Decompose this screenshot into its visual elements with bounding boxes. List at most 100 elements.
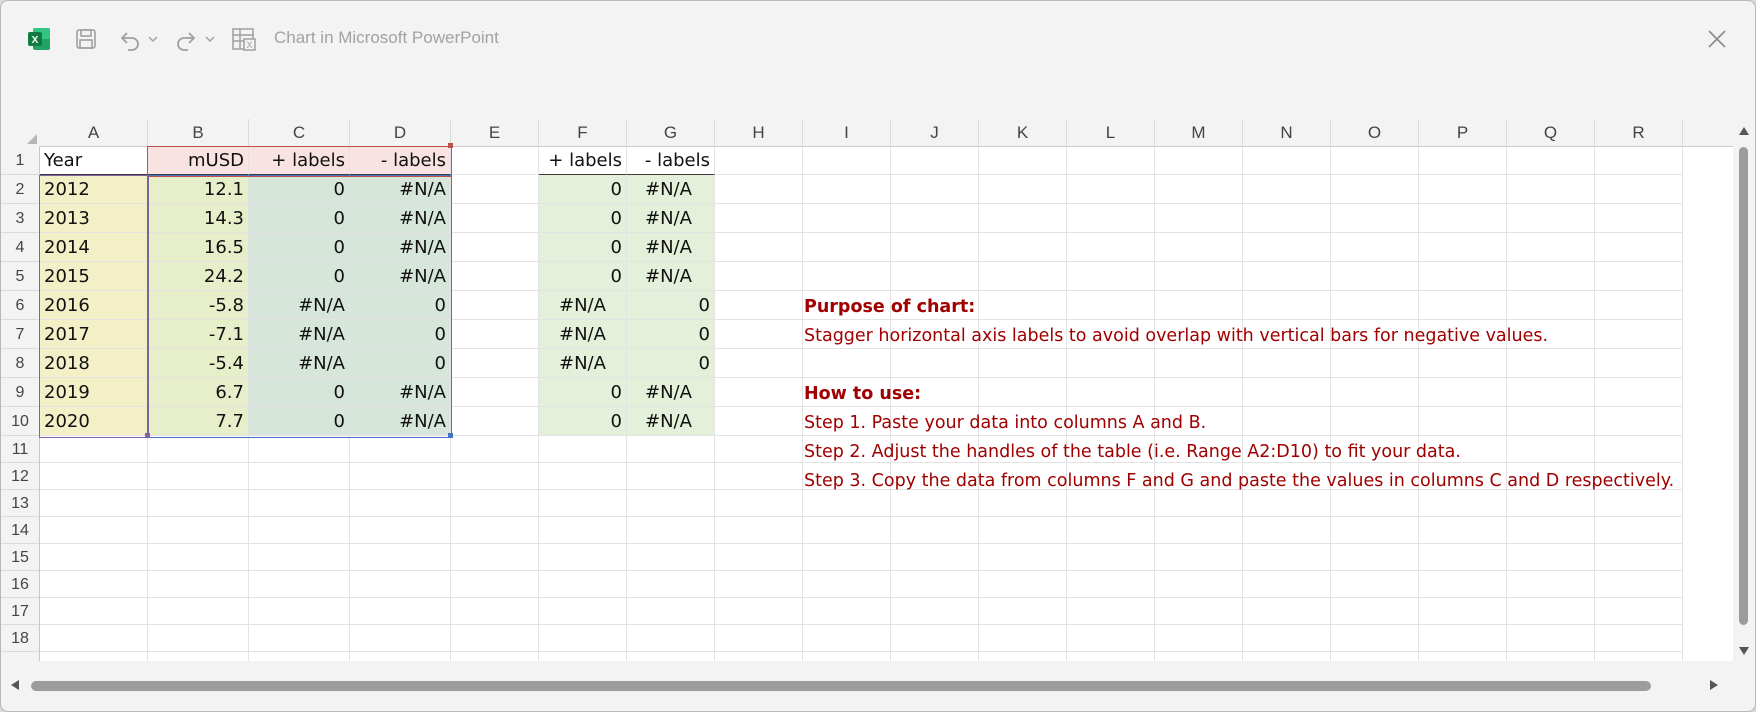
empty-cell[interactable] <box>1331 349 1419 378</box>
empty-cell[interactable] <box>1507 544 1595 571</box>
table-cell[interactable]: 24.2 <box>148 262 249 291</box>
column-header-b[interactable]: B <box>148 119 249 146</box>
table-header-cell[interactable]: Year <box>40 146 148 175</box>
empty-cell[interactable] <box>979 517 1067 544</box>
empty-cell[interactable] <box>1507 175 1595 204</box>
empty-cell[interactable] <box>1155 625 1243 652</box>
empty-cell[interactable] <box>1419 598 1507 625</box>
empty-cell[interactable] <box>1595 349 1683 378</box>
column-header-o[interactable]: O <box>1331 119 1419 146</box>
empty-cell[interactable] <box>148 490 249 517</box>
empty-cell[interactable] <box>1595 517 1683 544</box>
empty-cell[interactable] <box>715 378 803 407</box>
column-header-l[interactable]: L <box>1067 119 1155 146</box>
column-header-d[interactable]: D <box>350 119 451 146</box>
helper-header-cell[interactable]: - labels <box>627 146 715 175</box>
empty-cell[interactable] <box>715 436 803 463</box>
table-cell[interactable]: 0 <box>249 262 350 291</box>
empty-cell[interactable] <box>249 463 350 490</box>
column-header-i[interactable]: I <box>803 119 891 146</box>
table-header-cell[interactable]: + labels <box>249 146 350 175</box>
helper-cell[interactable]: #N/A <box>627 378 715 407</box>
table-cell[interactable]: -5.8 <box>148 291 249 320</box>
empty-cell[interactable] <box>803 571 891 598</box>
empty-cell[interactable] <box>1243 571 1331 598</box>
empty-cell[interactable] <box>1243 262 1331 291</box>
empty-cell[interactable] <box>1067 378 1155 407</box>
empty-cell[interactable] <box>979 571 1067 598</box>
column-header-e[interactable]: E <box>451 119 539 146</box>
empty-cell[interactable] <box>891 571 979 598</box>
empty-cell[interactable] <box>40 544 148 571</box>
empty-cell[interactable] <box>539 436 627 463</box>
empty-cell[interactable] <box>1243 175 1331 204</box>
empty-cell[interactable] <box>1331 204 1419 233</box>
helper-cell[interactable]: 0 <box>627 320 715 349</box>
row-header-14[interactable]: 14 <box>1 517 39 544</box>
edit-data-in-excel-icon[interactable]: X <box>230 25 258 53</box>
empty-cell[interactable] <box>891 517 979 544</box>
row-header-17[interactable]: 17 <box>1 598 39 625</box>
empty-cell[interactable] <box>803 625 891 652</box>
empty-cell[interactable] <box>1243 598 1331 625</box>
row-header-7[interactable]: 7 <box>1 320 39 349</box>
empty-cell[interactable] <box>1155 146 1243 175</box>
helper-cell[interactable]: 0 <box>539 378 627 407</box>
empty-cell[interactable] <box>148 517 249 544</box>
empty-cell[interactable] <box>803 517 891 544</box>
table-cell[interactable]: -7.1 <box>148 320 249 349</box>
empty-cell[interactable] <box>1595 544 1683 571</box>
empty-cell[interactable] <box>715 146 803 175</box>
empty-cell[interactable] <box>891 175 979 204</box>
empty-cell[interactable] <box>891 262 979 291</box>
empty-cell[interactable] <box>715 571 803 598</box>
save-icon[interactable] <box>72 25 100 53</box>
empty-cell[interactable] <box>350 625 451 652</box>
empty-cell[interactable] <box>1243 544 1331 571</box>
helper-cell[interactable]: 0 <box>539 233 627 262</box>
empty-cell[interactable] <box>1419 407 1507 436</box>
undo-icon[interactable] <box>116 25 144 53</box>
empty-cell[interactable] <box>803 146 891 175</box>
table-cell[interactable]: 2017 <box>40 320 148 349</box>
empty-cell[interactable] <box>979 652 1067 661</box>
empty-cell[interactable] <box>451 204 539 233</box>
row-header-6[interactable]: 6 <box>1 291 39 320</box>
column-header-n[interactable]: N <box>1243 119 1331 146</box>
empty-cell[interactable] <box>1243 378 1331 407</box>
empty-cell[interactable] <box>1419 544 1507 571</box>
empty-cell[interactable] <box>350 544 451 571</box>
empty-cell[interactable] <box>1067 262 1155 291</box>
empty-cell[interactable] <box>627 490 715 517</box>
redo-dropdown-chevron-icon[interactable] <box>203 25 217 53</box>
empty-cell[interactable] <box>451 517 539 544</box>
empty-cell[interactable] <box>249 544 350 571</box>
empty-cell[interactable] <box>1243 625 1331 652</box>
empty-cell[interactable] <box>451 320 539 349</box>
scroll-down-icon[interactable] <box>1739 647 1749 655</box>
helper-cell[interactable]: #N/A <box>627 175 715 204</box>
helper-cell[interactable]: 0 <box>539 262 627 291</box>
table-cell[interactable]: 0 <box>249 204 350 233</box>
empty-cell[interactable] <box>1507 652 1595 661</box>
empty-cell[interactable] <box>1331 291 1419 320</box>
table-cell[interactable]: 0 <box>350 349 451 378</box>
row-header-4[interactable]: 4 <box>1 233 39 262</box>
empty-cell[interactable] <box>715 463 803 490</box>
empty-cell[interactable] <box>1067 598 1155 625</box>
empty-cell[interactable] <box>1419 378 1507 407</box>
table-cell[interactable]: #N/A <box>249 291 350 320</box>
empty-cell[interactable] <box>1243 349 1331 378</box>
empty-cell[interactable] <box>715 490 803 517</box>
empty-cell[interactable] <box>891 146 979 175</box>
empty-cell[interactable] <box>249 571 350 598</box>
horizontal-scroll-thumb[interactable] <box>31 681 1651 691</box>
redo-icon[interactable] <box>172 25 200 53</box>
table-cell[interactable]: 0 <box>350 291 451 320</box>
empty-cell[interactable] <box>803 598 891 625</box>
row-header-2[interactable]: 2 <box>1 175 39 204</box>
empty-cell[interactable] <box>40 463 148 490</box>
empty-cell[interactable] <box>1155 517 1243 544</box>
empty-cell[interactable] <box>715 598 803 625</box>
table-cell[interactable]: 14.3 <box>148 204 249 233</box>
